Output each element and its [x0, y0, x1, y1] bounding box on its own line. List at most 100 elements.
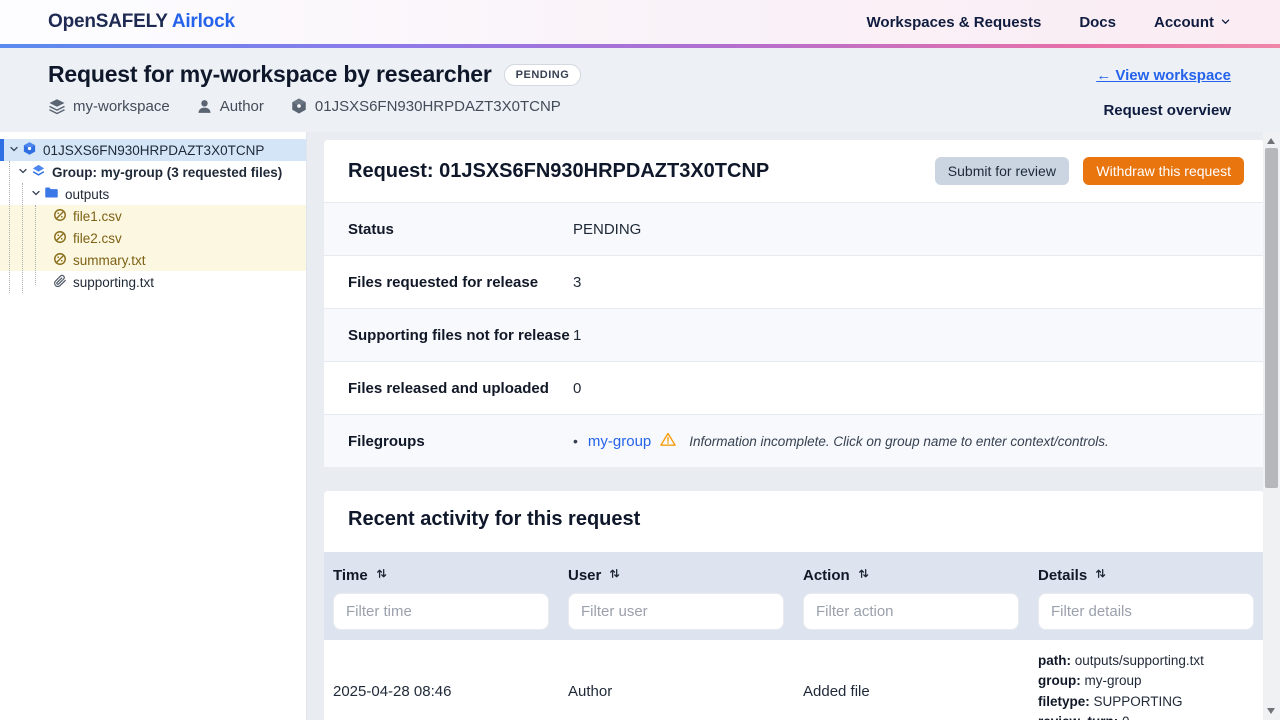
detail-row-supporting-files: Supporting files not for release 1	[324, 308, 1263, 361]
nav-link-workspaces[interactable]: Workspaces & Requests	[867, 14, 1042, 31]
sort-icon	[608, 567, 621, 584]
tree-node-request-root[interactable]: 01JSXS6FN930HRPDAZT3X0TCNP	[0, 139, 306, 161]
request-id-meta: 01JSXS6FN930HRPDAZT3X0TCNP	[290, 97, 561, 115]
cube-icon	[290, 97, 308, 115]
folder-icon	[44, 185, 59, 203]
nav-link-docs[interactable]: Docs	[1079, 14, 1116, 31]
workspace-meta: my-workspace	[48, 97, 170, 115]
tree-node-summary[interactable]: summary.txt	[0, 249, 306, 271]
filegroup-warning-text: Information incomplete. Click on group n…	[689, 434, 1108, 449]
scrollbar-down-icon[interactable]	[1267, 708, 1275, 714]
detail-val: outputs/supporting.txt	[1071, 653, 1204, 668]
request-card-title: Request: 01JSXS6FN930HRPDAZT3X0TCNP	[348, 160, 769, 183]
brand-part1: OpenSAFELY	[48, 11, 167, 32]
activity-action-cell: Added file	[794, 640, 1029, 720]
request-overview-link[interactable]: Request overview	[1103, 102, 1231, 119]
filter-details-input[interactable]	[1038, 593, 1254, 630]
detail-label: Filegroups	[348, 433, 573, 450]
tree-guide-line	[22, 183, 23, 293]
detail-key: review_turn:	[1038, 714, 1118, 720]
nav-link-account[interactable]: Account	[1154, 14, 1231, 31]
cube-icon	[22, 141, 37, 159]
tree-node-label: supporting.txt	[73, 275, 154, 290]
request-meta: my-workspace Author 01JSXS6FN930HRPDAZT3…	[48, 97, 581, 115]
output-file-icon	[53, 230, 67, 247]
output-file-icon	[53, 252, 67, 269]
detail-key: filetype:	[1038, 694, 1090, 709]
column-header-time[interactable]: Time	[324, 562, 559, 588]
scrollbar-up-icon[interactable]	[1267, 138, 1275, 144]
detail-row-released-files: Files released and uploaded 0	[324, 361, 1263, 414]
detail-key: group:	[1038, 673, 1081, 688]
tree-node-folder-outputs[interactable]: outputs	[0, 183, 306, 205]
filegroup-link[interactable]: my-group	[588, 433, 651, 450]
paperclip-icon	[53, 274, 67, 291]
nav-link-docs-label: Docs	[1079, 14, 1116, 31]
tree-node-supporting[interactable]: supporting.txt	[0, 271, 306, 293]
tree-node-label: Group: my-group (3 requested files)	[52, 165, 282, 180]
chevron-down-icon[interactable]	[17, 165, 29, 180]
sort-icon	[1094, 567, 1107, 584]
detail-value: 0	[573, 380, 581, 397]
detail-value: PENDING	[573, 221, 641, 238]
status-badge: PENDING	[504, 64, 582, 86]
nav-link-account-label: Account	[1154, 14, 1214, 31]
detail-row-status: Status PENDING	[324, 202, 1263, 255]
chevron-down-icon[interactable]	[30, 187, 42, 202]
gradient-divider	[0, 44, 1280, 48]
sort-icon	[375, 567, 388, 584]
warning-icon	[659, 431, 677, 452]
activity-user-cell: Author	[559, 640, 794, 720]
detail-key: path:	[1038, 653, 1071, 668]
column-header-details[interactable]: Details	[1029, 562, 1263, 588]
detail-label: Files released and uploaded	[348, 380, 573, 397]
filter-user-input[interactable]	[568, 593, 784, 630]
detail-row-filegroups: Filegroups • my-group Information incomp…	[324, 414, 1263, 467]
filter-action-input[interactable]	[803, 593, 1019, 630]
page-title: Request for my-workspace by researcher	[48, 61, 492, 88]
activity-table-header: Time User Action Details	[324, 552, 1263, 640]
tree-guide-line	[9, 161, 10, 293]
request-actions: Submit for review Withdraw this request	[935, 157, 1244, 185]
chevron-down-icon	[1220, 14, 1231, 31]
detail-value: 1	[573, 327, 581, 344]
tree-node-file1[interactable]: file1.csv	[0, 205, 306, 227]
view-workspace-link[interactable]: ← View workspace	[1096, 67, 1231, 84]
tree-guide-line	[35, 205, 36, 285]
navbar: OpenSAFELY Airlock Workspaces & Requests…	[0, 0, 1280, 44]
tree-node-label: file2.csv	[73, 231, 122, 246]
file-tree-sidebar: 01JSXS6FN930HRPDAZT3X0TCNP Group: my-gro…	[0, 132, 307, 720]
detail-value: 3	[573, 274, 581, 291]
column-header-action[interactable]: Action	[794, 562, 1029, 588]
scrollbar-thumb[interactable]	[1265, 148, 1278, 488]
bullet: •	[573, 433, 578, 449]
chevron-down-icon[interactable]	[8, 143, 20, 158]
nav-link-workspaces-label: Workspaces & Requests	[867, 14, 1042, 31]
brand-logo[interactable]: OpenSAFELY Airlock	[48, 11, 235, 33]
withdraw-request-button[interactable]: Withdraw this request	[1083, 157, 1244, 185]
detail-val: SUPPORTING	[1090, 694, 1183, 709]
tree-node-file2[interactable]: file2.csv	[0, 227, 306, 249]
sort-icon	[857, 567, 870, 584]
tree-node-label: outputs	[65, 187, 109, 202]
column-header-user[interactable]: User	[559, 562, 794, 588]
column-label: Action	[803, 567, 850, 584]
tree-node-label: file1.csv	[73, 209, 122, 224]
page-header: Request for my-workspace by researcher P…	[0, 48, 1280, 132]
column-label: Time	[333, 567, 368, 584]
submit-for-review-button[interactable]: Submit for review	[935, 157, 1069, 185]
filter-time-input[interactable]	[333, 593, 549, 630]
recent-activity-card: Recent activity for this request Time Us…	[324, 491, 1263, 720]
tree-node-label: 01JSXS6FN930HRPDAZT3X0TCNP	[43, 143, 264, 158]
tree-node-group[interactable]: Group: my-group (3 requested files)	[0, 161, 306, 183]
main-content: Request: 01JSXS6FN930HRPDAZT3X0TCNP Subm…	[308, 132, 1263, 720]
activity-row: 2025-04-28 08:46 Author Added file path:…	[324, 640, 1263, 720]
column-label: Details	[1038, 567, 1087, 584]
nav-links: Workspaces & Requests Docs Account	[867, 14, 1231, 31]
request-summary-card: Request: 01JSXS6FN930HRPDAZT3X0TCNP Subm…	[324, 140, 1263, 467]
activity-details-cell: path: outputs/supporting.txt group: my-g…	[1029, 640, 1263, 720]
output-file-icon	[53, 208, 67, 225]
author-name: Author	[220, 98, 264, 115]
detail-label: Supporting files not for release	[348, 327, 573, 344]
column-label: User	[568, 567, 601, 584]
